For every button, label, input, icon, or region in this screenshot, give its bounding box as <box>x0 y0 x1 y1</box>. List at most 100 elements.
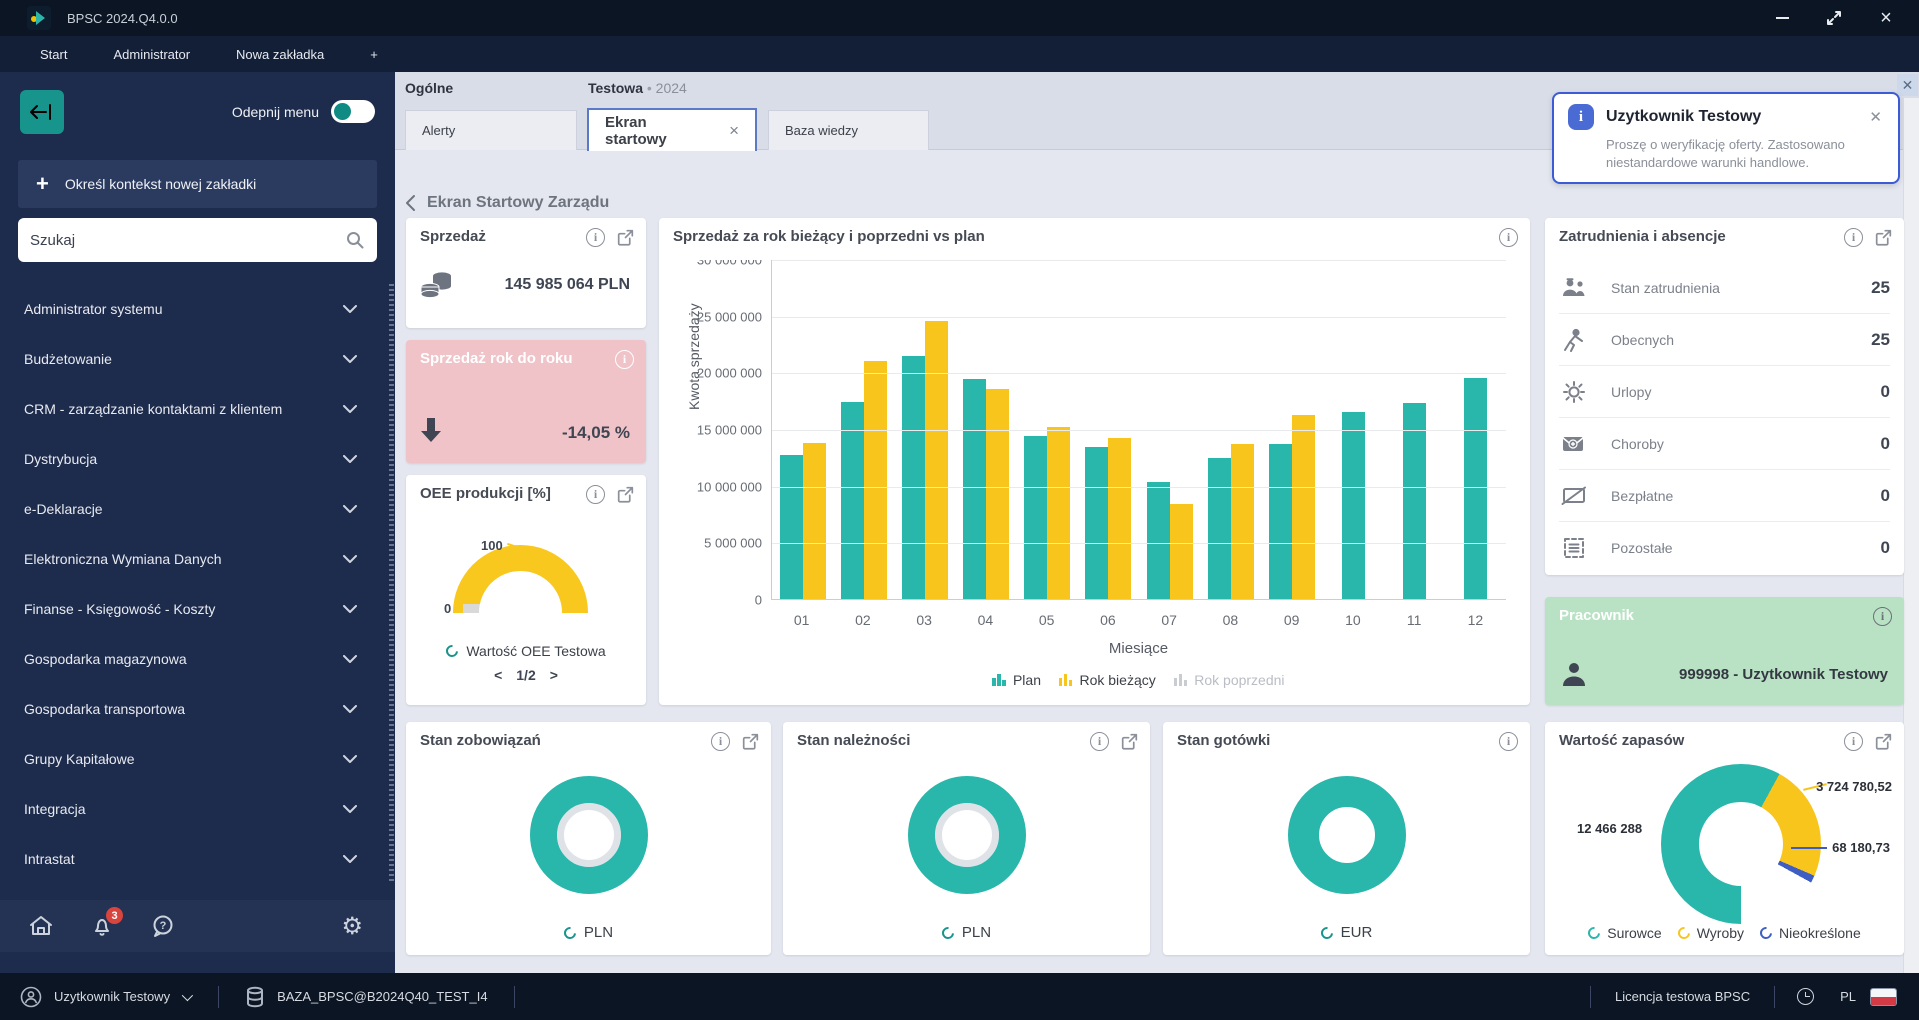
zatrudnienia-row[interactable]: Stan zatrudnienia25 <box>1559 262 1890 314</box>
bar-plan[interactable] <box>1269 444 1292 599</box>
bar-plan[interactable] <box>841 402 864 599</box>
bar-plan[interactable] <box>1085 447 1108 599</box>
open-external-icon[interactable] <box>742 733 759 750</box>
pie-legend-item-surowce[interactable]: Surowce <box>1588 925 1661 941</box>
sidebar-item[interactable]: Administrator systemu <box>0 284 395 334</box>
tab-baza-wiedzy[interactable]: Baza wiedzy <box>768 110 929 150</box>
bar-plan[interactable] <box>1147 482 1170 599</box>
bar-rok-bieżący[interactable] <box>1170 504 1193 599</box>
pager-prev-button[interactable]: < <box>494 667 502 683</box>
bar-plan[interactable] <box>1208 458 1231 599</box>
bar-plan[interactable] <box>1342 412 1365 599</box>
refresh-icon[interactable] <box>444 643 461 660</box>
sidebar-scrollbar[interactable] <box>389 284 394 884</box>
refresh-icon[interactable] <box>939 924 956 941</box>
settings-button[interactable]: ⚙ <box>341 912 363 941</box>
sidebar-item[interactable]: Dystrybucja <box>0 434 395 484</box>
sidebar-item[interactable]: Intrastat <box>0 834 395 884</box>
bar-rok-bieżący[interactable] <box>1108 438 1131 599</box>
info-icon[interactable] <box>1090 732 1109 751</box>
breadcrumb[interactable]: Ekran Startowy Zarządu <box>405 194 609 212</box>
history-button[interactable] <box>1775 988 1836 1005</box>
info-icon[interactable] <box>1873 607 1892 626</box>
sidebar-item[interactable]: Karty Pracy <box>0 884 395 900</box>
menubar-item-2[interactable]: Administrator <box>113 47 190 62</box>
info-icon[interactable] <box>1499 228 1518 247</box>
bar-plan[interactable] <box>1403 403 1426 599</box>
sidebar-item[interactable]: Integracja <box>0 784 395 834</box>
minimize-button[interactable] <box>1773 9 1791 27</box>
pie-legend-item-wyroby[interactable]: Wyroby <box>1678 925 1744 941</box>
legend-item-rok-bieżący[interactable]: Rok bieżący <box>1059 672 1156 688</box>
gridline <box>772 260 1506 261</box>
zatrudnienia-row[interactable]: Urlopy0 <box>1559 366 1890 418</box>
tab-close-icon[interactable]: × <box>729 121 739 141</box>
poland-flag-icon[interactable] <box>1870 988 1897 1006</box>
panel-close-button[interactable]: ✕ <box>1897 74 1918 96</box>
main-scrollbar[interactable] <box>1903 98 1919 973</box>
bar-plan[interactable] <box>780 455 803 599</box>
zatrudnienia-row[interactable]: Pozostałe0 <box>1559 522 1890 574</box>
bar-plan[interactable] <box>1024 436 1047 599</box>
unpin-menu-toggle[interactable] <box>331 100 375 123</box>
sidebar-item[interactable]: Gospodarka magazynowa <box>0 634 395 684</box>
sidebar-icon-bar: 3 ? ⚙ <box>0 900 395 952</box>
notification-close-icon[interactable]: ✕ <box>1865 108 1886 126</box>
refresh-icon[interactable] <box>561 924 578 941</box>
x-tick: 05 <box>1016 612 1077 628</box>
pie-legend-item-nieokreślone[interactable]: Nieokreślone <box>1760 925 1861 941</box>
sidebar-item[interactable]: CRM - zarządzanie kontaktami z klientem <box>0 384 395 434</box>
statusbar-database: BAZA_BPSC@B2024Q40_TEST_I4 <box>245 986 487 1008</box>
info-icon[interactable] <box>711 732 730 751</box>
sidebar-item[interactable]: Elektroniczna Wymiana Danych <box>0 534 395 584</box>
sidebar-item[interactable]: Finanse - Księgowość - Koszty <box>0 584 395 634</box>
bar-rok-bieżący[interactable] <box>1047 427 1070 599</box>
bar-rok-bieżący[interactable] <box>1231 444 1254 599</box>
menubar-item-3[interactable]: Nowa zakładka <box>236 47 324 62</box>
info-icon[interactable] <box>586 485 605 504</box>
maximize-button[interactable] <box>1825 9 1843 27</box>
bar-rok-bieżący[interactable] <box>986 389 1009 599</box>
legend-item-plan[interactable]: Plan <box>992 672 1041 688</box>
notifications-button[interactable]: 3 <box>90 914 114 938</box>
info-icon[interactable] <box>615 350 634 369</box>
bar-rok-bieżący[interactable] <box>1292 415 1315 599</box>
bar-plan[interactable] <box>902 356 925 599</box>
menubar-item-1[interactable]: Start <box>40 47 67 62</box>
sidebar-item[interactable]: Gospodarka transportowa <box>0 684 395 734</box>
info-icon[interactable] <box>1844 228 1863 247</box>
tab-alerty[interactable]: Alerty <box>405 110 577 150</box>
info-icon[interactable] <box>1499 732 1518 751</box>
zatrudnienia-row[interactable]: Bezpłatne0 <box>1559 470 1890 522</box>
bar-rok-bieżący[interactable] <box>864 361 887 599</box>
zatrudnienia-row[interactable]: Choroby0 <box>1559 418 1890 470</box>
new-tab-context-button[interactable]: + Określ kontekst nowej zakładki <box>18 160 377 208</box>
sidebar-item[interactable]: Budżetowanie <box>0 334 395 384</box>
bar-rok-bieżący[interactable] <box>925 321 948 599</box>
refresh-icon[interactable] <box>1318 924 1335 941</box>
open-external-icon[interactable] <box>1875 229 1892 246</box>
bar-rok-bieżący[interactable] <box>803 443 826 599</box>
bar-plan[interactable] <box>1464 378 1487 599</box>
tab-ekran-startowy[interactable]: Ekran startowy × <box>587 108 757 151</box>
legend-item-rok-poprzedni[interactable]: Rok poprzedni <box>1174 672 1285 688</box>
statusbar-user-menu[interactable]: Uzytkownik Testowy <box>20 986 190 1008</box>
info-icon[interactable] <box>586 228 605 247</box>
info-icon[interactable] <box>1844 732 1863 751</box>
pager-next-button[interactable]: > <box>550 667 558 683</box>
menubar-item-4[interactable]: + <box>370 47 378 62</box>
zatrudnienia-row[interactable]: Obecnych25 <box>1559 314 1890 366</box>
bar-plan[interactable] <box>963 379 986 599</box>
open-external-icon[interactable] <box>617 229 634 246</box>
open-external-icon[interactable] <box>1875 733 1892 750</box>
close-button[interactable]: × <box>1877 9 1895 27</box>
sidebar-item[interactable]: Grupy Kapitałowe <box>0 734 395 784</box>
open-external-icon[interactable] <box>1121 733 1138 750</box>
search-input[interactable] <box>30 232 345 249</box>
sidebar-item[interactable]: e-Deklaracje <box>0 484 395 534</box>
language-label[interactable]: PL <box>1836 989 1870 1004</box>
help-button[interactable]: ? <box>150 914 176 938</box>
open-external-icon[interactable] <box>617 486 634 503</box>
home-button[interactable] <box>28 914 54 938</box>
collapse-menu-button[interactable] <box>20 90 64 134</box>
